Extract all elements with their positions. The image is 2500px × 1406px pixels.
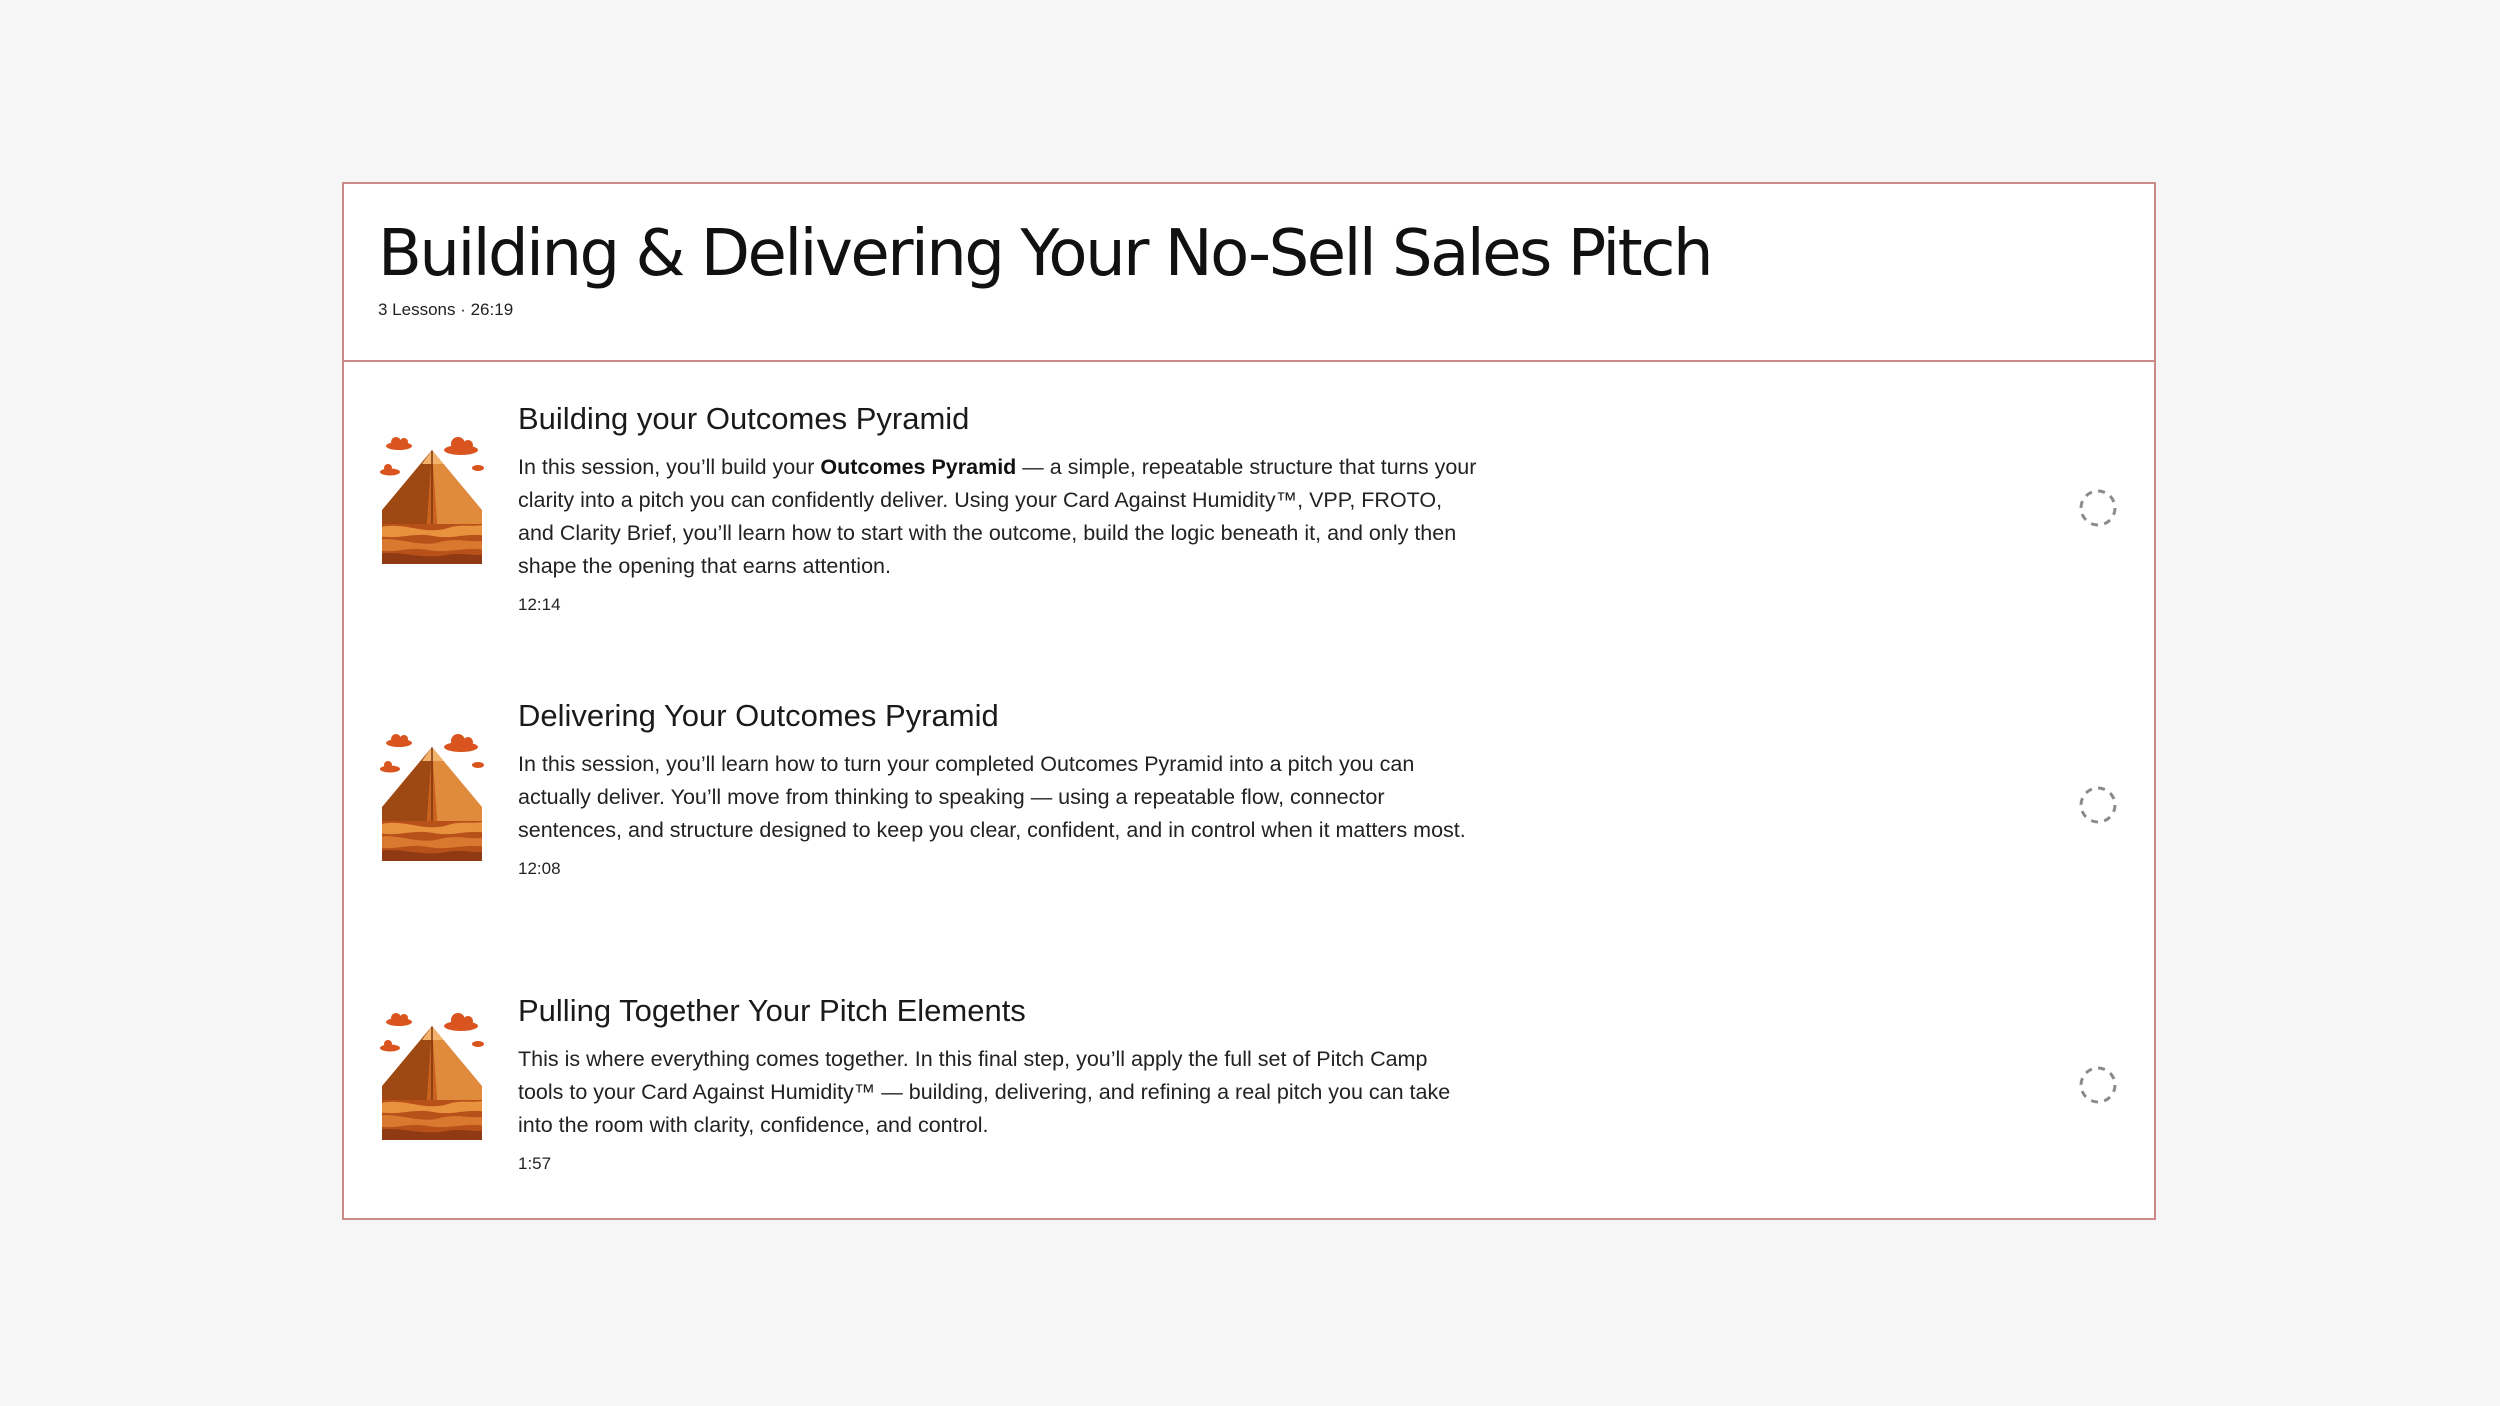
lesson-body: Pulling Together Your Pitch Elements Thi… bbox=[518, 992, 1478, 1174]
lesson-description: In this session, you’ll build your Outco… bbox=[518, 451, 1478, 583]
pyramid-thumbnail bbox=[378, 733, 486, 863]
lesson-title[interactable]: Delivering Your Outcomes Pyramid bbox=[518, 697, 1478, 734]
lesson-description: This is where everything comes together.… bbox=[518, 1047, 1451, 1138]
module-card: Building & Delivering Your No-Sell Sales… bbox=[342, 182, 2156, 1220]
module-title: Building & Delivering Your No-Sell Sales… bbox=[378, 217, 1714, 291]
lesson-duration: 12:08 bbox=[518, 859, 561, 879]
lesson-title[interactable]: Building your Outcomes Pyramid bbox=[518, 400, 1478, 437]
incomplete-circle-icon[interactable] bbox=[2078, 488, 2118, 528]
pyramid-thumbnail bbox=[378, 436, 486, 566]
lesson-duration: 12:14 bbox=[518, 595, 561, 615]
pyramid-thumbnail bbox=[378, 1012, 486, 1142]
lesson-body: Building your Outcomes Pyramid In this s… bbox=[518, 400, 1478, 615]
lesson-duration: 1:57 bbox=[518, 1154, 552, 1174]
incomplete-circle-icon[interactable] bbox=[2078, 785, 2118, 825]
incomplete-circle-icon[interactable] bbox=[2078, 1065, 2118, 1105]
lesson-description: In this session, you’ll learn how to tur… bbox=[518, 752, 1466, 843]
lesson-body: Delivering Your Outcomes Pyramid In this… bbox=[518, 697, 1478, 879]
lesson-description-emphasis: Outcomes Pyramid bbox=[820, 455, 1017, 480]
lesson-description-text: In this session, you’ll build your bbox=[518, 455, 821, 480]
lesson-title[interactable]: Pulling Together Your Pitch Elements bbox=[518, 992, 1478, 1029]
module-header: Building & Delivering Your No-Sell Sales… bbox=[344, 184, 2154, 362]
module-meta: 3 Lessons · 26:19 bbox=[378, 299, 514, 319]
